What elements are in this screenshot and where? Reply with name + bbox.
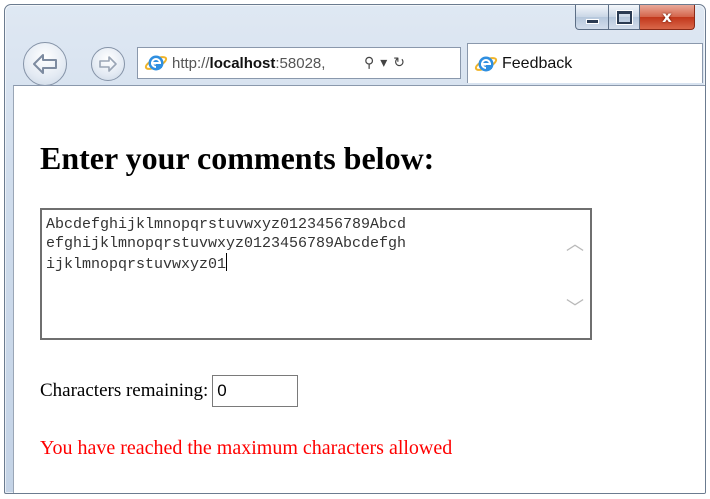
close-button[interactable]: x bbox=[640, 5, 695, 30]
browser-window: x http://localhost:58028, ⚲ ▾ ↻ Feedback… bbox=[4, 4, 706, 494]
limit-message: You have reached the maximum characters … bbox=[40, 437, 453, 459]
address-bar[interactable]: http://localhost:58028, ⚲ ▾ ↻ bbox=[137, 47, 461, 79]
url-host: localhost bbox=[209, 54, 276, 72]
caption-buttons: x bbox=[575, 5, 695, 31]
forward-arrow-icon bbox=[99, 56, 117, 72]
refresh-icon[interactable]: ↻ bbox=[393, 55, 405, 71]
tab-feedback[interactable]: Feedback bbox=[467, 43, 703, 83]
maximize-button[interactable] bbox=[609, 5, 640, 30]
text-caret bbox=[226, 253, 228, 271]
close-icon: x bbox=[662, 7, 672, 26]
scroll-up-icon[interactable]: ︿ bbox=[564, 230, 586, 256]
maximize-icon bbox=[616, 10, 632, 24]
url-scheme: http:// bbox=[172, 54, 210, 72]
dropdown-icon[interactable]: ▾ bbox=[380, 55, 387, 71]
characters-remaining-row: Characters remaining: 0 bbox=[40, 375, 299, 407]
forward-button[interactable] bbox=[91, 47, 125, 81]
page-content: Enter your comments below: Abcdefghijklm… bbox=[13, 85, 705, 493]
tab-title: Feedback bbox=[502, 54, 573, 72]
characters-remaining-value: 0 bbox=[217, 381, 227, 400]
characters-remaining-label: Characters remaining: bbox=[40, 380, 209, 401]
address-url[interactable]: http://localhost:58028, bbox=[172, 55, 358, 72]
characters-remaining-field[interactable]: 0 bbox=[212, 375, 299, 407]
address-actions: ⚲ ▾ ↻ bbox=[364, 55, 405, 71]
url-port: :58028, bbox=[275, 54, 326, 72]
tab-ie-icon bbox=[474, 56, 498, 71]
textarea-scrollbar[interactable]: ︿ ﹀ bbox=[564, 230, 586, 320]
minimize-button[interactable] bbox=[575, 5, 609, 30]
ie-icon bbox=[144, 55, 168, 71]
search-icon[interactable]: ⚲ bbox=[364, 55, 374, 71]
comments-textarea[interactable]: Abcdefghijklmnopqrstuvwxyz0123456789Abcd… bbox=[40, 208, 592, 340]
back-arrow-icon bbox=[33, 54, 57, 74]
page-heading: Enter your comments below: bbox=[40, 140, 435, 176]
comments-text: Abcdefghijklmnopqrstuvwxyz0123456789Abcd… bbox=[46, 215, 566, 274]
scroll-down-icon[interactable]: ﹀ bbox=[564, 294, 586, 320]
back-button[interactable] bbox=[23, 42, 67, 86]
minimize-icon bbox=[585, 18, 599, 24]
